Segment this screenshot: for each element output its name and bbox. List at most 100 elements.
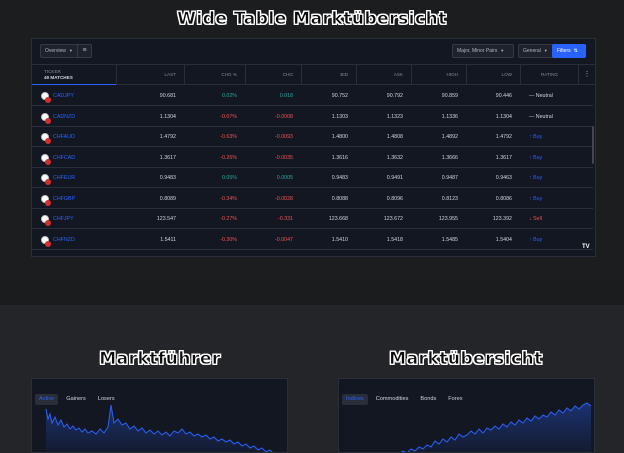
cell-bid: 1.4800 (331, 134, 348, 140)
table-row[interactable]: CHFAUD 1.4792 -0.63% -0.0093 1.4800 1.4808 1.4… (32, 127, 593, 147)
currency-flag-icon (45, 240, 51, 247)
symbol-label[interactable]: CHFEUR (53, 175, 75, 181)
symbol-label[interactable]: CADJPY (53, 93, 74, 99)
table-row[interactable]: CHFGBP 0.8089 -0.34% -0.0028 0.8088 0.8096 0.8… (32, 189, 593, 209)
cell-ask: 1.4808 (386, 134, 403, 140)
table-body: CADJPY 90.681 0.02% 0.018 90.752 90.792 90.859… (32, 86, 595, 256)
cell-high: 0.8123 (441, 195, 458, 202)
market-leaders-widget: Active Gainers Losers (31, 378, 288, 453)
cell-high: 1.1336 (441, 113, 458, 120)
table-row[interactable]: CHFEUR 0.9483 0.05% 0.0005 0.9483 0.9491 0.948… (32, 168, 593, 188)
cell-symbol[interactable]: CHFJPY (40, 209, 120, 229)
cell-symbol[interactable]: CHFEUR (40, 168, 120, 188)
cell-high: 1.5485 (441, 236, 458, 243)
cell-rating: ↓ Sell (529, 216, 542, 222)
cell-last: 0.8089 (159, 195, 176, 202)
currency-flag-icon (41, 133, 51, 144)
cell-ask: 1.1323 (386, 113, 403, 120)
column-header-low[interactable]: LOW (466, 65, 520, 84)
cell-symbol[interactable]: CADJPY (40, 86, 120, 106)
cell-rating: — Neutral (529, 113, 553, 120)
leaders-sparkline (45, 404, 273, 452)
table-row[interactable]: CADJPY 90.681 0.02% 0.018 90.752 90.792 90.859… (32, 86, 593, 106)
symbol-label[interactable]: CHFCAD (53, 155, 75, 161)
cell-bid: 90.752 (331, 93, 348, 99)
table-row[interactable]: CHFJPY 123.547 -0.27% -0.331 123.668 123.672 1… (32, 209, 593, 229)
cell-last: 123.547 (156, 216, 176, 222)
cell-ask: 123.672 (383, 216, 403, 222)
cell-chg-pct: -0.07% (220, 113, 237, 120)
cell-chg-pct: -0.27% (220, 216, 237, 222)
filters-label: Filters (557, 48, 571, 54)
cell-chg-pct: 0.05% (221, 175, 237, 181)
overview-label: Overview (45, 48, 66, 54)
filter-icon: ⇅ (573, 48, 578, 54)
column-header-chg-pct[interactable]: CHG % (184, 65, 245, 84)
overview-sparkline (400, 402, 592, 452)
table-header: TICKER 49 MATCHES LAST CHG % CHG BID ASK… (32, 64, 595, 85)
symbol-label[interactable]: CHFJPY (53, 216, 74, 222)
list-icon: ≡ (82, 47, 87, 54)
cell-low: 123.392 (492, 216, 512, 222)
general-dropdown[interactable]: General ▼ (518, 44, 554, 58)
cell-last: 1.3617 (159, 154, 176, 161)
cell-rating: ↑ Buy (529, 154, 543, 161)
screener-widget: Overview ▼ ≡ Major, Minor Pairs ▼ General ▼… (31, 38, 596, 257)
cell-chg: -0.0008 (275, 113, 293, 120)
currency-flag-icon (45, 158, 51, 165)
column-header-last[interactable]: LAST (116, 65, 184, 84)
table-row[interactable]: CADNZD 1.1304 -0.07% -0.0008 1.1303 1.1323 1.1… (32, 107, 593, 127)
cell-low: 1.1304 (495, 113, 512, 120)
cell-low: 90.446 (495, 93, 512, 99)
tradingview-logo-icon[interactable]: TV (582, 244, 592, 252)
symbol-label[interactable]: CHFNZD (53, 237, 75, 243)
cell-chg: 0.018 (279, 93, 293, 99)
leaders-heading: Marktführer (99, 349, 221, 370)
screener-toolbar: Overview ▼ ≡ Major, Minor Pairs ▼ General ▼… (32, 39, 595, 63)
column-header-bid[interactable]: BID (301, 65, 356, 84)
cell-bid: 0.8088 (331, 195, 348, 202)
list-view-button[interactable]: ≡ (77, 44, 92, 58)
column-header-rating[interactable]: RATING (520, 65, 578, 84)
cell-last: 1.1304 (159, 113, 176, 120)
symbol-label[interactable]: CHFAUD (53, 134, 75, 140)
cell-symbol[interactable]: CHFNZD (40, 230, 120, 250)
cell-symbol[interactable]: CHFAUD (40, 127, 120, 147)
symbol-label[interactable]: CHFGBP (53, 196, 75, 202)
cell-bid: 0.9483 (331, 175, 348, 181)
matches-count: 49 MATCHES (44, 75, 73, 80)
cell-ask: 1.5418 (386, 236, 403, 243)
column-header-ask[interactable]: ASK (356, 65, 411, 84)
column-header-chg[interactable]: CHG (245, 65, 301, 84)
cell-chg: -0.0028 (275, 195, 293, 202)
currency-flag-icon (45, 117, 51, 124)
cell-symbol[interactable]: CHFCAD (40, 148, 120, 168)
filters-button[interactable]: Filters ⇅ (552, 44, 586, 58)
column-header-high[interactable]: HIGH (411, 65, 466, 84)
table-scrollbar[interactable] (592, 126, 594, 164)
cell-chg: -0.331 (277, 216, 293, 222)
cell-symbol[interactable]: CADNZD (40, 107, 120, 127)
cell-ask: 0.8096 (386, 195, 403, 202)
cell-ask: 0.9491 (386, 175, 403, 181)
cell-last: 0.9483 (159, 175, 176, 181)
cell-symbol[interactable]: CHFGBP (40, 189, 120, 209)
cell-bid: 1.1303 (331, 113, 348, 120)
overview-heading: Marktübersicht (389, 349, 543, 370)
chevron-down-icon: ▼ (500, 48, 505, 53)
cell-low: 1.3617 (495, 154, 512, 161)
cell-low: 1.4792 (495, 134, 512, 140)
cell-high: 1.4892 (441, 134, 458, 140)
table-row[interactable]: CHFCAD 1.3617 -0.26% -0.0035 1.3616 1.3632 1.3… (32, 148, 593, 168)
cell-ask: 1.3632 (386, 154, 403, 161)
cell-last: 90.681 (159, 93, 176, 99)
ticker-column-header[interactable]: TICKER 49 MATCHES (32, 65, 116, 85)
symbol-label[interactable]: CADNZD (53, 114, 75, 120)
table-row[interactable]: CHFNZD 1.5411 -0.30% -0.0047 1.5410 1.5418 1.5… (32, 230, 593, 250)
cell-rating: ↑ Buy (529, 195, 543, 202)
pairs-dropdown[interactable]: Major, Minor Pairs ▼ (452, 44, 514, 58)
currency-flag-icon (45, 97, 51, 103)
cell-high: 1.3666 (441, 154, 458, 161)
column-settings-icon[interactable]: ⋮ (578, 65, 595, 84)
cell-high: 90.859 (441, 93, 458, 99)
